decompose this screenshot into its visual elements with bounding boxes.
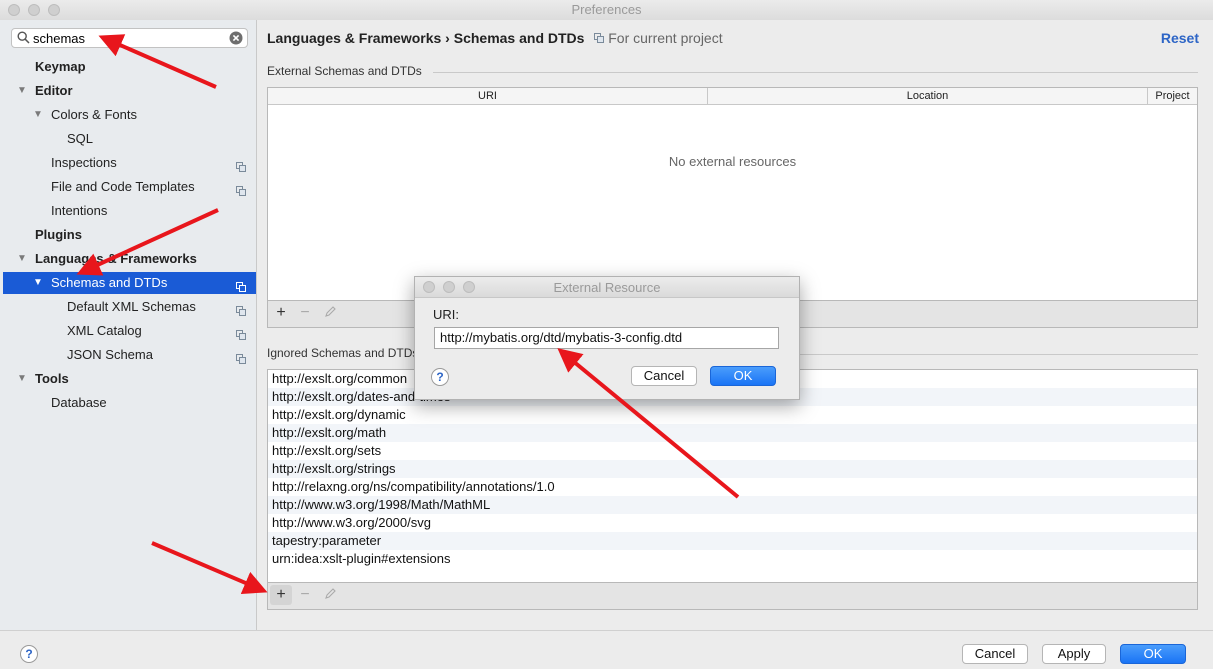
ignored-schemas-list[interactable]: http://exslt.org/common http://exslt.org… bbox=[267, 369, 1198, 583]
sidebar-item-inspections[interactable]: Inspections bbox=[3, 152, 256, 174]
search-field[interactable]: schemas bbox=[11, 28, 248, 48]
scope-label: For current project bbox=[608, 30, 723, 46]
sidebar-item-tools[interactable]: ▼ Tools bbox=[3, 368, 256, 390]
external-resources-table[interactable]: URI Location Project No external resourc… bbox=[267, 87, 1198, 301]
list-item[interactable]: http://exslt.org/strings bbox=[268, 460, 1197, 478]
clear-search-icon[interactable] bbox=[229, 31, 243, 48]
remove-external-button[interactable]: − bbox=[294, 303, 316, 323]
sidebar-item-colors-fonts[interactable]: ▼ Colors & Fonts bbox=[3, 104, 256, 126]
search-input[interactable]: schemas bbox=[33, 31, 85, 46]
expanded-arrow-icon[interactable]: ▼ bbox=[17, 80, 27, 102]
sidebar-item-schemas-dtds[interactable]: ▼ Schemas and DTDs bbox=[3, 272, 256, 294]
uri-label: URI: bbox=[433, 307, 459, 322]
sidebar-item-xml-catalog[interactable]: XML Catalog bbox=[3, 320, 256, 342]
ignored-list-toolbar: + − bbox=[267, 583, 1198, 610]
list-item[interactable]: http://www.w3.org/2000/svg bbox=[268, 514, 1197, 532]
section-divider bbox=[433, 72, 1198, 73]
expanded-arrow-icon[interactable]: ▼ bbox=[17, 368, 27, 390]
column-header-location[interactable]: Location bbox=[708, 88, 1148, 104]
footer-bar: ? Cancel Apply OK bbox=[0, 630, 1213, 669]
empty-state-text: No external resources bbox=[668, 154, 797, 169]
sidebar-item-sql[interactable]: SQL bbox=[3, 128, 256, 150]
sidebar-item-languages-frameworks[interactable]: ▼ Languages & Frameworks bbox=[3, 248, 256, 270]
pencil-icon bbox=[324, 304, 336, 321]
sidebar-item-json-schema[interactable]: JSON Schema bbox=[3, 344, 256, 366]
dialog-help-button[interactable]: ? bbox=[431, 368, 449, 386]
apply-button[interactable]: Apply bbox=[1042, 644, 1106, 664]
dialog-ok-button[interactable]: OK bbox=[710, 366, 776, 386]
external-resource-dialog: External Resource URI: http://mybatis.or… bbox=[414, 276, 800, 400]
sidebar-item-default-xml-schemas[interactable]: Default XML Schemas bbox=[3, 296, 256, 318]
breadcrumb-current: Schemas and DTDs bbox=[453, 30, 585, 46]
sidebar-item-database[interactable]: Database bbox=[3, 392, 256, 414]
list-item[interactable]: http://relaxng.org/ns/compatibility/anno… bbox=[268, 478, 1197, 496]
breadcrumb: Languages & Frameworks › Schemas and DTD… bbox=[267, 30, 723, 46]
list-item[interactable]: urn:idea:xslt-plugin#extensions bbox=[268, 550, 1197, 568]
help-button[interactable]: ? bbox=[20, 645, 38, 663]
expanded-arrow-icon[interactable]: ▼ bbox=[17, 248, 27, 270]
sidebar-item-plugins[interactable]: Plugins bbox=[3, 224, 256, 246]
reset-link[interactable]: Reset bbox=[1161, 30, 1199, 46]
ignored-section-title: Ignored Schemas and DTDs bbox=[267, 346, 419, 360]
table-header: URI Location Project bbox=[268, 88, 1197, 105]
column-header-uri[interactable]: URI bbox=[268, 88, 708, 104]
uri-input[interactable]: http://mybatis.org/dtd/mybatis-3-config.… bbox=[434, 327, 779, 349]
breadcrumb-separator: › bbox=[445, 30, 450, 46]
edit-external-button[interactable] bbox=[319, 303, 341, 323]
window-title: Preferences bbox=[571, 2, 642, 17]
search-icon bbox=[17, 31, 30, 47]
list-item[interactable]: http://exslt.org/dynamic bbox=[268, 406, 1197, 424]
breadcrumb-parent[interactable]: Languages & Frameworks bbox=[267, 30, 441, 46]
sidebar-item-editor[interactable]: ▼ Editor bbox=[3, 80, 256, 102]
sidebar: schemas Keymap ▼ Editor ▼ Colors & Fonts… bbox=[0, 20, 257, 630]
add-external-button[interactable]: + bbox=[270, 303, 292, 323]
sidebar-item-keymap[interactable]: Keymap bbox=[3, 56, 256, 78]
ok-button[interactable]: OK bbox=[1120, 644, 1186, 664]
project-scope-icon bbox=[594, 30, 605, 46]
remove-ignored-button[interactable]: − bbox=[294, 585, 316, 605]
sidebar-item-intentions[interactable]: Intentions bbox=[3, 200, 256, 222]
dialog-titlebar: External Resource bbox=[415, 277, 799, 298]
dialog-title: External Resource bbox=[553, 280, 661, 295]
cancel-button[interactable]: Cancel bbox=[962, 644, 1028, 664]
edit-ignored-button[interactable] bbox=[319, 585, 341, 605]
window-titlebar: Preferences bbox=[0, 0, 1213, 21]
column-header-project[interactable]: Project bbox=[1148, 88, 1197, 104]
add-ignored-button[interactable]: + bbox=[270, 585, 292, 605]
pencil-icon bbox=[324, 586, 336, 603]
expanded-arrow-icon[interactable]: ▼ bbox=[33, 272, 43, 294]
dialog-cancel-button[interactable]: Cancel bbox=[631, 366, 697, 386]
list-item[interactable]: tapestry:parameter bbox=[268, 532, 1197, 550]
external-section-title: External Schemas and DTDs bbox=[267, 64, 422, 78]
list-item[interactable]: http://exslt.org/sets bbox=[268, 442, 1197, 460]
list-item[interactable]: http://www.w3.org/1998/Math/MathML bbox=[268, 496, 1197, 514]
list-item[interactable]: http://exslt.org/math bbox=[268, 424, 1197, 442]
expanded-arrow-icon[interactable]: ▼ bbox=[33, 104, 43, 126]
sidebar-item-file-code-templates[interactable]: File and Code Templates bbox=[3, 176, 256, 198]
